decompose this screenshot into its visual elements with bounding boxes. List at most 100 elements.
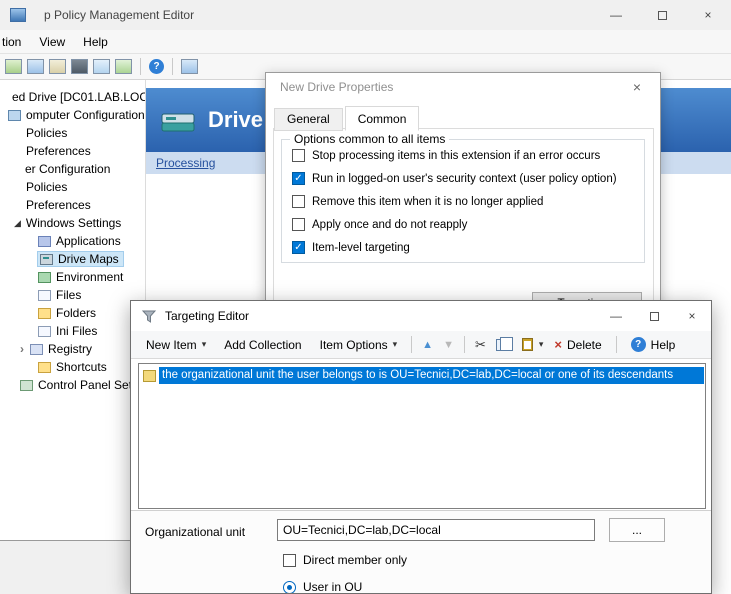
environment-icon — [38, 272, 51, 283]
targeting-toolbar: New Item▾ Add Collection Item Options▾ ▲… — [131, 331, 711, 359]
browse-ou-button[interactable]: ... — [609, 518, 665, 542]
apply-once-checkbox[interactable] — [292, 218, 305, 231]
properties-icon[interactable] — [93, 59, 110, 74]
item-options-button[interactable]: Item Options▾ — [313, 335, 405, 355]
organizational-unit-input[interactable] — [277, 519, 595, 541]
tree-item-drive-maps[interactable]: Drive Maps — [0, 250, 145, 268]
tree-item-policies-user[interactable]: Policies — [0, 178, 145, 196]
props-dialog-title: New Drive Properties — [280, 80, 393, 94]
drive-maps-header-icon — [160, 106, 198, 134]
console-window-icon[interactable] — [27, 59, 44, 74]
tree-item-windows-settings[interactable]: ◢Windows Settings — [0, 214, 145, 232]
tree-item-environment[interactable]: Environment — [0, 268, 145, 286]
window-controls: — × — [593, 0, 731, 30]
help-icon: ? — [631, 337, 646, 352]
user-in-ou-radio[interactable] — [283, 581, 296, 594]
minimize-button[interactable]: — — [593, 0, 639, 30]
targeting-window-controls: — × — [597, 301, 711, 331]
menu-view[interactable]: View — [30, 35, 74, 49]
chevron-down-icon: ▾ — [202, 339, 207, 350]
cut-icon[interactable]: ✂ — [472, 337, 489, 353]
tree-item-preferences-user[interactable]: Preferences — [0, 196, 145, 214]
tree-item-mapped-drive-root[interactable]: ed Drive [DC01.LAB.LOCA — [0, 88, 145, 106]
tree-item-shortcuts[interactable]: Shortcuts — [0, 358, 145, 376]
remove-when-not-applied-row: Remove this item when it is no longer ap… — [282, 190, 644, 213]
props-close-button[interactable]: × — [618, 73, 656, 101]
processing-link[interactable]: Processing — [156, 156, 215, 170]
direct-member-checkbox[interactable] — [283, 554, 296, 567]
paste-dropdown-icon[interactable]: ▾ — [539, 339, 544, 350]
tree-item-user-configuration[interactable]: er Configuration — [0, 160, 145, 178]
item-level-targeting-checkbox[interactable]: ✓ — [292, 241, 305, 254]
toolbar-separator — [411, 336, 412, 353]
targeting-titlebar: Targeting Editor — × — [131, 301, 711, 331]
registry-icon — [30, 344, 43, 355]
print-icon[interactable] — [71, 59, 88, 74]
remove-when-not-applied-checkbox[interactable] — [292, 195, 305, 208]
run-in-user-context-row: ✓ Run in logged-on user's security conte… — [282, 167, 644, 190]
collapsed-arrow-icon[interactable]: › — [20, 342, 24, 356]
tree-item-registry[interactable]: ›Registry — [0, 340, 145, 358]
toolbar-separator — [464, 336, 465, 353]
refresh-icon[interactable] — [115, 59, 132, 74]
targeting-maximize-button[interactable] — [635, 301, 673, 331]
funnel-icon — [141, 308, 157, 324]
toolbar-separator — [616, 336, 617, 353]
copy-icon[interactable] — [496, 339, 507, 351]
targeting-maximize-icon — [650, 312, 659, 321]
selected-tree-item: Drive Maps — [37, 251, 124, 267]
tree-item-ini-files[interactable]: Ini Files — [0, 322, 145, 340]
tree-item-policies[interactable]: Policies — [0, 124, 145, 142]
tree-item-folders[interactable]: Folders — [0, 304, 145, 322]
maximize-icon — [658, 11, 667, 20]
stop-processing-checkbox[interactable] — [292, 149, 305, 162]
tab-general[interactable]: General — [274, 108, 343, 131]
chevron-down-icon: ▾ — [393, 339, 398, 350]
targeting-items-list[interactable]: the organizational unit the user belongs… — [138, 363, 706, 509]
add-collection-button[interactable]: Add Collection — [217, 335, 308, 355]
options-group-box: Options common to all items Stop process… — [281, 139, 645, 263]
maximize-button[interactable] — [639, 0, 685, 30]
help-button[interactable]: ?Help — [624, 334, 683, 355]
clipboard-icon[interactable] — [49, 59, 66, 74]
targeting-editor-dialog: Targeting Editor — × New Item▾ Add Colle… — [130, 300, 712, 594]
close-button[interactable]: × — [685, 0, 731, 30]
move-up-icon[interactable]: ▲ — [419, 339, 436, 351]
window-titlebar: p Policy Management Editor — × — [0, 0, 731, 30]
tree-item-control-panel-settings[interactable]: Control Panel Sett — [0, 376, 145, 394]
common-tab-panel: Options common to all items Stop process… — [273, 128, 654, 318]
targeting-minimize-button[interactable]: — — [597, 301, 635, 331]
move-down-icon: ▼ — [440, 339, 457, 351]
targeting-item-text: the organizational unit the user belongs… — [159, 367, 704, 384]
folder-icon — [38, 308, 51, 319]
tree-item-applications[interactable]: Applications — [0, 232, 145, 250]
tree-item-preferences[interactable]: Preferences — [0, 142, 145, 160]
tab-common[interactable]: Common — [345, 106, 420, 131]
targeting-title: Targeting Editor — [165, 309, 249, 323]
run-in-user-context-checkbox[interactable]: ✓ — [292, 172, 305, 185]
tree-item-computer-configuration[interactable]: omputer Configuration — [0, 106, 145, 124]
menu-help[interactable]: Help — [74, 35, 117, 49]
menu-action[interactable]: tion — [0, 35, 30, 49]
delete-button[interactable]: ×Delete — [547, 334, 608, 355]
tree-item-files[interactable]: Files — [0, 286, 145, 304]
console-tree-icon[interactable] — [181, 59, 198, 74]
delete-x-icon: × — [554, 337, 562, 352]
stop-processing-row: Stop processing items in this extension … — [282, 144, 644, 167]
targeting-close-button[interactable]: × — [673, 301, 711, 331]
toolbar-separator — [140, 58, 141, 75]
user-in-ou-row: User in OU — [283, 580, 362, 594]
targeting-item-row[interactable]: the organizational unit the user belongs… — [140, 366, 704, 385]
menu-bar: tion View Help — [0, 30, 731, 54]
new-item-button[interactable]: New Item▾ — [139, 335, 213, 355]
window-title: p Policy Management Editor — [44, 8, 194, 22]
computer-icon — [8, 110, 21, 121]
paste-icon[interactable] — [522, 338, 533, 351]
props-dialog-titlebar: New Drive Properties × — [266, 73, 660, 101]
expanded-arrow-icon[interactable]: ◢ — [14, 218, 21, 229]
export-list-icon[interactable] — [5, 59, 22, 74]
organizational-unit-label: Organizational unit — [145, 525, 245, 539]
organizational-unit-item-icon — [143, 370, 156, 382]
help-icon[interactable]: ? — [149, 59, 164, 74]
control-panel-icon — [20, 380, 33, 391]
